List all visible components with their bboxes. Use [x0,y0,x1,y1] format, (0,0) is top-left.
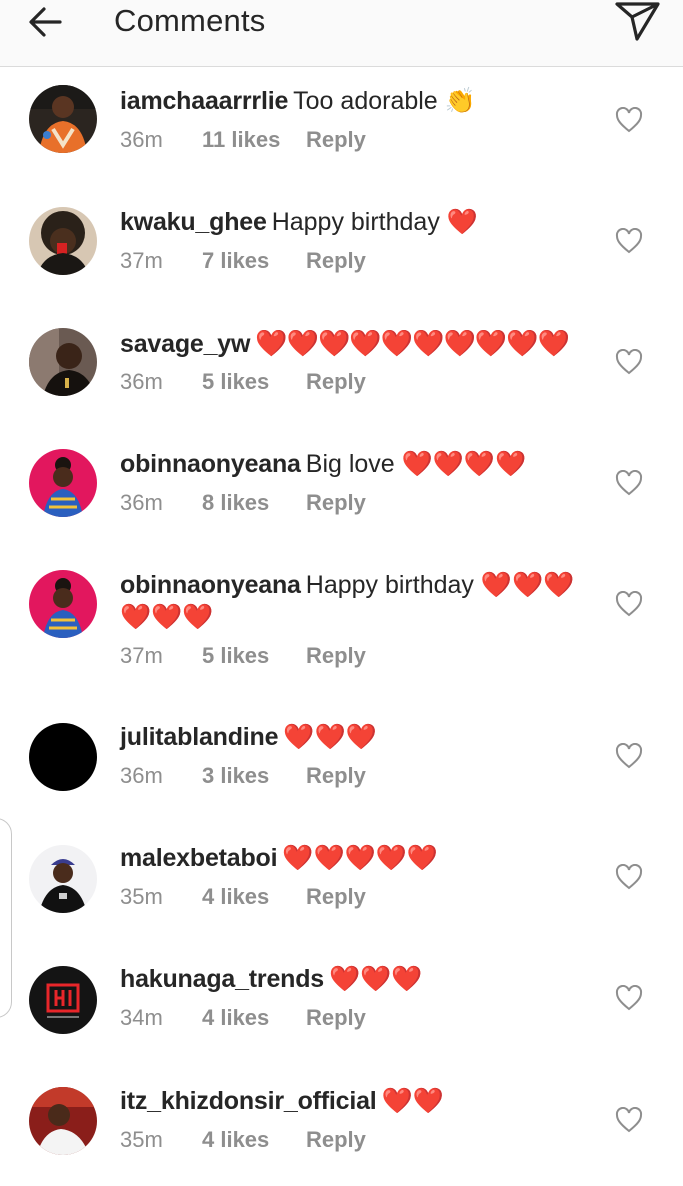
like-button[interactable] [615,984,643,1011]
like-button[interactable] [615,1106,643,1133]
comment-time: 36m [120,369,163,394]
comment-time: 36m [120,127,163,152]
comment-username[interactable]: itz_khizdonsir_official [120,1087,377,1115]
avatar[interactable] [29,207,97,275]
comment-likes[interactable]: 4 likes [202,884,306,910]
comments-header: Comments [0,0,683,67]
comment-username[interactable]: julitablandine [120,723,279,751]
heart-outline-icon [615,863,643,890]
comment-text: ❤️❤️❤️❤️❤️❤️❤️❤️❤️❤️ [255,328,570,358]
comment-text: ❤️❤️ [381,1087,444,1115]
arrow-left-icon [29,7,62,37]
comment-text: Too adorable 👏 [293,87,476,115]
comment-likes[interactable]: 11 likes [202,127,306,153]
comment-text: ❤️❤️❤️ [283,723,377,751]
avatar[interactable] [29,723,97,791]
avatar[interactable] [29,85,97,153]
reply-button[interactable]: Reply [306,248,366,274]
avatar[interactable] [29,570,97,638]
like-button[interactable] [615,742,643,769]
reply-button[interactable]: Reply [306,763,366,789]
comment-username[interactable]: obinnaonyeana [120,450,301,478]
heart-outline-icon [615,984,643,1011]
reply-button[interactable]: Reply [306,643,366,669]
comment-username[interactable]: iamchaaarrrlie [120,87,288,115]
comment-likes[interactable]: 7 likes [202,248,306,274]
like-button[interactable] [615,106,643,133]
paper-plane-icon [615,2,660,41]
avatar[interactable] [29,1087,97,1155]
heart-outline-icon [615,469,643,496]
comment-text: Happy birthday ❤️ [271,208,478,236]
like-button[interactable] [615,863,643,890]
comment-time: 36m [120,490,163,515]
avatar[interactable] [29,845,97,913]
page-title: Comments [114,3,266,38]
comment-text: ❤️❤️❤️ [329,965,423,993]
comment-text: Big love ❤️❤️❤️❤️ [305,450,527,478]
comment-username[interactable]: kwaku_ghee [120,208,267,236]
comment-likes[interactable]: 5 likes [202,369,306,395]
comment-time: 35m [120,884,163,909]
reply-button[interactable]: Reply [306,1005,366,1031]
heart-outline-icon [615,590,643,617]
comment-likes[interactable]: 5 likes [202,643,306,669]
comment-likes[interactable]: 3 likes [202,763,306,789]
comment-time: 36m [120,763,163,788]
avatar[interactable] [29,449,97,517]
edge-panel-handle[interactable] [0,818,12,1018]
avatar[interactable] [29,966,97,1034]
comment-username[interactable]: hakunaga_trends [120,965,324,993]
back-button[interactable] [26,2,66,42]
reply-button[interactable]: Reply [306,884,366,910]
reply-button[interactable]: Reply [306,490,366,516]
heart-outline-icon [615,106,643,133]
heart-outline-icon [615,1106,643,1133]
comment-time: 34m [120,1005,163,1030]
like-button[interactable] [615,469,643,496]
reply-button[interactable]: Reply [306,369,366,395]
heart-outline-icon [615,348,643,375]
comment-likes[interactable]: 8 likes [202,490,306,516]
reply-button[interactable]: Reply [306,127,366,153]
comment-username[interactable]: obinnaonyeana [120,571,301,599]
avatar[interactable] [29,328,97,396]
like-button[interactable] [615,348,643,375]
comment-time: 35m [120,1127,163,1152]
heart-outline-icon [615,742,643,769]
comment-likes[interactable]: 4 likes [202,1127,306,1153]
comment-username[interactable]: savage_yw [120,330,250,358]
reply-button[interactable]: Reply [306,1127,366,1153]
comment-text: ❤️❤️❤️❤️❤️ [282,844,439,872]
comment-time: 37m [120,643,163,668]
comment-username[interactable]: malexbetaboi [120,844,278,872]
comment-likes[interactable]: 4 likes [202,1005,306,1031]
like-button[interactable] [615,590,643,617]
comment-time: 37m [120,248,163,273]
heart-outline-icon [615,227,643,254]
share-button[interactable] [612,0,662,42]
like-button[interactable] [615,227,643,254]
